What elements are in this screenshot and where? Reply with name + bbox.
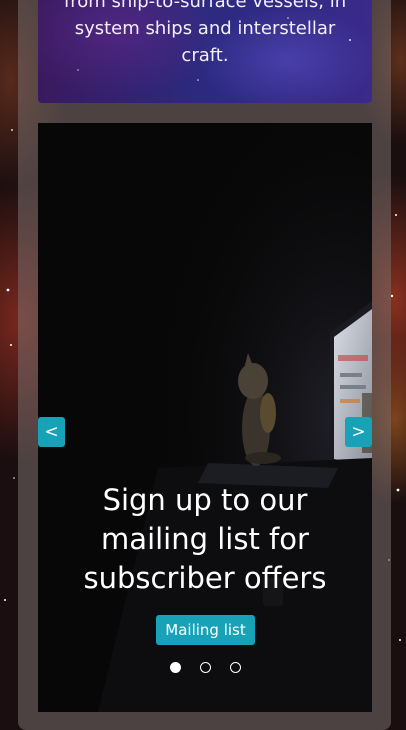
carousel-dot[interactable] bbox=[229, 662, 241, 673]
promo-carousel: Sign up to our mailing list for subscrib… bbox=[38, 123, 372, 712]
carousel-prev-button[interactable]: < bbox=[38, 417, 65, 447]
carousel-dot[interactable] bbox=[169, 662, 181, 673]
info-card: from ship-to-surface vessels, in system … bbox=[38, 0, 372, 103]
carousel-indicators bbox=[38, 662, 372, 674]
chevron-right-icon: > bbox=[351, 422, 366, 442]
chevron-left-icon: < bbox=[44, 422, 59, 442]
carousel-dot[interactable] bbox=[199, 662, 211, 673]
carousel-next-button[interactable]: > bbox=[345, 417, 372, 447]
slide-caption: Sign up to our mailing list for subscrib… bbox=[83, 483, 327, 595]
mailing-list-button[interactable]: Mailing list bbox=[156, 615, 255, 645]
info-card-text: from ship-to-surface vessels, in system … bbox=[63, 0, 347, 66]
